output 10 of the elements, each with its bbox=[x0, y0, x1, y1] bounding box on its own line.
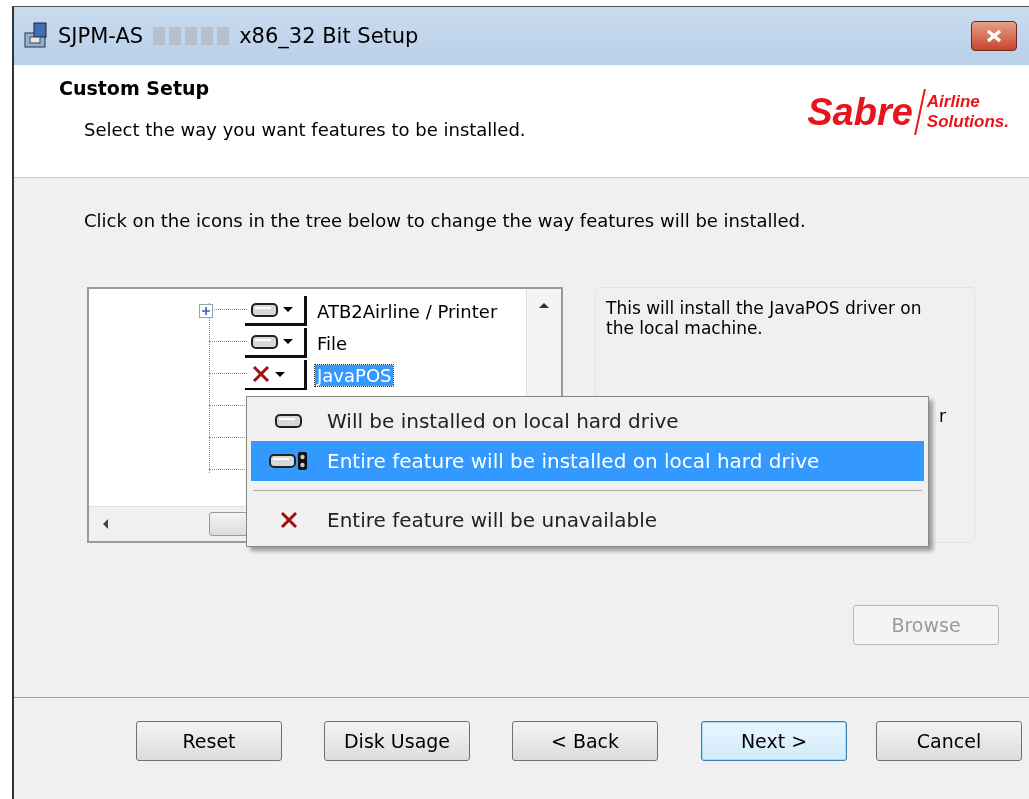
page-title: Custom Setup bbox=[59, 77, 211, 99]
logo-text: Solutions. bbox=[926, 112, 1009, 132]
window-title: x86_32 Bit Setup bbox=[239, 24, 419, 48]
page-subtitle: Select the way you want features to be installed. bbox=[84, 119, 527, 140]
description-text: This will install the JavaPOS driver on the local machine. bbox=[606, 298, 923, 338]
window-title: SJPM-AS bbox=[58, 24, 144, 48]
logo-brand: Sabre bbox=[807, 90, 913, 134]
description-text: r bbox=[939, 406, 946, 426]
instruction-text: Click on the icons in the tree below to change the way features will be installed. bbox=[84, 210, 807, 231]
logo-text: Airline bbox=[926, 92, 981, 112]
